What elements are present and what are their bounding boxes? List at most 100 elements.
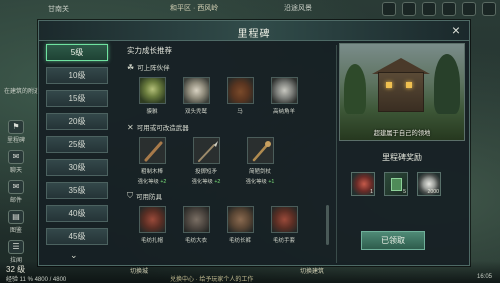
hud-icon-4[interactable] bbox=[442, 2, 456, 16]
hud-top-bar: 甘南关 和平区 · 西风岭 沿途风景 bbox=[0, 0, 500, 18]
level-tab-45[interactable]: 45级 bbox=[46, 228, 108, 245]
armor-item[interactable]: 毛纺手套 bbox=[269, 206, 299, 244]
clock: 16:05 bbox=[476, 274, 492, 280]
side-button-milestone[interactable]: ⚑ 里程碑 bbox=[2, 120, 30, 144]
preview-window bbox=[406, 82, 412, 88]
news-icon: ☰ bbox=[8, 240, 24, 254]
companion-item[interactable]: 双头秃鹫 bbox=[181, 77, 211, 115]
side-button-mail[interactable]: ✉ 邮件 bbox=[2, 180, 30, 204]
weapon-item[interactable]: 粗制木棒 强化等级 +2 bbox=[137, 137, 167, 185]
hud-top-right-text: 沿途风景 bbox=[284, 5, 312, 12]
section-title: 实力成长推荐 bbox=[127, 46, 172, 55]
armor-name: 毛纺大衣 bbox=[184, 238, 207, 244]
companion-item[interactable]: 貘貅 bbox=[137, 77, 167, 115]
weapon-item[interactable]: 投掷短矛 强化等级 +2 bbox=[191, 137, 221, 185]
companions-row: 貘貅 双头秃鹫 马 高纳角羊 bbox=[137, 77, 331, 115]
armor-title-text: 可用防具 bbox=[136, 194, 162, 201]
player-exp: 经验 11 % 4800 / 4800 bbox=[6, 277, 67, 283]
level-tab-25[interactable]: 25级 bbox=[46, 136, 108, 153]
milestone-icon: ⚑ bbox=[8, 120, 24, 134]
panel-header: 里程碑 × bbox=[39, 21, 469, 41]
armor-row: 毛纺扎帽 毛纺大衣 毛纺长裤 毛纺手套 bbox=[137, 206, 331, 244]
armor-item[interactable]: 毛纺大衣 bbox=[181, 206, 211, 244]
companions-title: ☘ 可上阵伙伴 bbox=[127, 62, 331, 73]
hud-icon-5[interactable] bbox=[462, 2, 476, 16]
reward-count: 2000 bbox=[427, 189, 439, 195]
left-side-menu: ⚑ 里程碑 ✉ 聊天 ✉ 邮件 ▤ 图鉴 ☰ 拉闻 bbox=[2, 120, 30, 270]
red-orb-icon[interactable]: 1 bbox=[351, 172, 375, 196]
horse-portrait bbox=[226, 77, 254, 104]
weapon-name: 投掷短矛 bbox=[194, 169, 217, 175]
weapon-name: 简陋剑杖 bbox=[248, 169, 271, 175]
switch-city-button[interactable]: 切换城 bbox=[130, 266, 148, 275]
milestone-panel: 里程碑 × 5级 10级 15级 20级 25级 30级 35级 40级 45级… bbox=[38, 20, 470, 266]
hud-icon-3[interactable] bbox=[422, 2, 436, 16]
level-tab-5[interactable]: 5级 bbox=[46, 44, 108, 61]
close-button[interactable]: × bbox=[449, 23, 463, 37]
panel-title: 里程碑 bbox=[237, 29, 271, 40]
hud-icon-2[interactable] bbox=[402, 2, 416, 16]
armor-item[interactable]: 毛纺长裤 bbox=[225, 206, 255, 244]
card-glyph bbox=[391, 178, 402, 191]
weapon-requirement: 强化等级 +2 bbox=[138, 177, 167, 185]
weapon-req-plus: +1 bbox=[268, 179, 275, 185]
level-tab-40[interactable]: 40级 bbox=[46, 205, 108, 222]
preview-house bbox=[378, 72, 424, 112]
claim-button[interactable]: 已领取 bbox=[361, 231, 425, 250]
weapon-requirement: 强化等级 +1 bbox=[246, 177, 275, 185]
green-card-icon[interactable]: 5 bbox=[384, 172, 408, 196]
armor-name: 毛纺手套 bbox=[272, 238, 295, 244]
armor-name: 毛纺扎帽 bbox=[140, 238, 163, 244]
companion-item[interactable]: 高纳角羊 bbox=[269, 77, 299, 115]
chat-icon: ✉ bbox=[8, 150, 24, 164]
level-tab-35[interactable]: 35级 bbox=[46, 182, 108, 199]
wool-gloves-icon bbox=[270, 206, 298, 233]
companion-name: 马 bbox=[237, 109, 243, 115]
goat-portrait bbox=[270, 77, 298, 104]
reward-title: 里程碑奖励 bbox=[382, 153, 422, 162]
wool-hat-icon bbox=[138, 206, 166, 233]
hud-town: 和平区 · 西风岭 bbox=[170, 5, 219, 12]
weapon-requirement: 强化等级 +2 bbox=[192, 177, 221, 185]
level-tab-15[interactable]: 15级 bbox=[46, 90, 108, 107]
wool-pants-icon bbox=[226, 206, 254, 233]
vulture-portrait bbox=[182, 77, 210, 104]
side-button-chat[interactable]: ✉ 聊天 bbox=[2, 150, 30, 174]
preview-caption: 超建属于自己的领地 bbox=[373, 130, 431, 137]
level-tab-10[interactable]: 10级 bbox=[46, 67, 108, 84]
armor-item[interactable]: 毛纺扎帽 bbox=[137, 206, 167, 244]
armor-icon: ⛉ bbox=[127, 191, 133, 200]
side-button-codex[interactable]: ▤ 图鉴 bbox=[2, 210, 30, 234]
weapon-item[interactable]: 简陋剑杖 强化等级 +1 bbox=[245, 137, 275, 185]
throwing-spear-icon bbox=[192, 137, 220, 164]
weapon-req-label: 强化等级 bbox=[137, 179, 159, 185]
armor-name: 毛纺长裤 bbox=[228, 238, 251, 244]
wooden-club-icon bbox=[138, 137, 166, 164]
paw-icon: ☘ bbox=[127, 62, 135, 72]
companion-name: 双头秃鹫 bbox=[184, 109, 207, 115]
codex-icon: ▤ bbox=[8, 210, 24, 224]
hud-icon-6[interactable] bbox=[482, 2, 496, 16]
level-tab-20[interactable]: 20级 bbox=[46, 113, 108, 130]
wool-coat-icon bbox=[182, 206, 210, 233]
hud-icon-1[interactable] bbox=[382, 2, 396, 16]
companion-name: 高纳角羊 bbox=[272, 109, 295, 115]
preview-window bbox=[386, 82, 392, 88]
bottom-hint-text: 兑换中心 · 给予玩家个人的工作 bbox=[170, 277, 254, 283]
weapons-row: 粗制木棒 强化等级 +2 投掷短矛 强化等级 +2 简陋剑杖 强化等级 +1 bbox=[137, 137, 331, 185]
switch-building-button[interactable]: 切换建筑 bbox=[300, 266, 324, 275]
left-chat-text: 在建筑的附近 bbox=[4, 89, 41, 95]
armor-title: ⛉ 可用防具 bbox=[127, 191, 331, 201]
content-scrollbar[interactable] bbox=[326, 205, 329, 245]
preview-tree bbox=[344, 64, 366, 114]
hud-location: 甘南关 bbox=[48, 6, 69, 13]
scroll-down-icon[interactable]: ⌄ bbox=[70, 250, 78, 261]
level-tab-30[interactable]: 30级 bbox=[46, 159, 108, 176]
reward-row: 1 5 2000 bbox=[351, 172, 441, 196]
hud-icon-row bbox=[382, 2, 496, 16]
silver-coin-icon[interactable]: 2000 bbox=[417, 172, 441, 196]
reward-count: 1 bbox=[370, 189, 373, 195]
companion-item[interactable]: 马 bbox=[225, 77, 255, 115]
weapons-title: ✕ 可用或可改造武器 bbox=[127, 122, 331, 133]
preview-tree bbox=[434, 54, 460, 114]
